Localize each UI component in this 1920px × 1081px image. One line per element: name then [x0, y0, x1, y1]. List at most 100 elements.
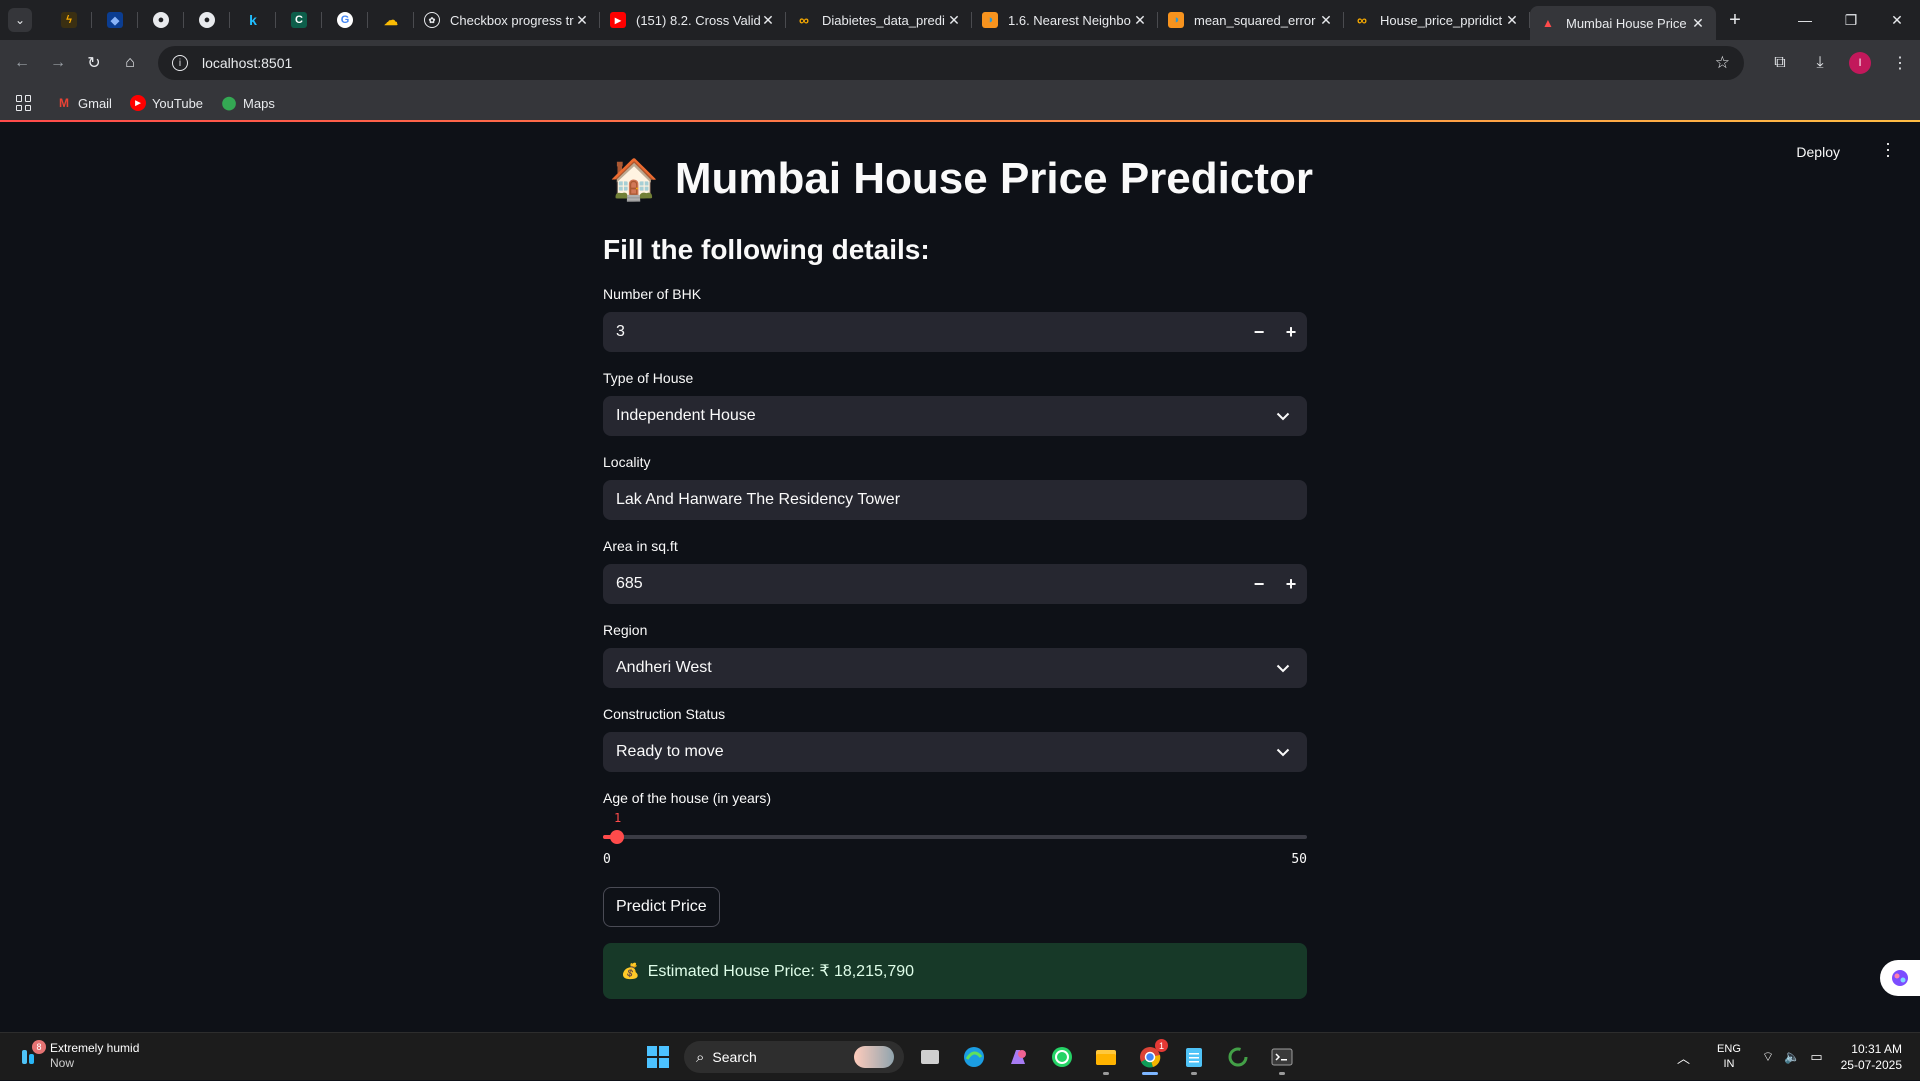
- download-icon[interactable]: ⤓: [1800, 45, 1840, 81]
- reload-icon[interactable]: ↻: [76, 45, 112, 81]
- pinned-tab-4[interactable]: ●: [184, 0, 230, 40]
- tab-title: mean_squared_error: [1194, 12, 1316, 28]
- status-value: Ready to move: [616, 743, 724, 760]
- tab-search-icon[interactable]: ⌄: [8, 8, 32, 32]
- close-window-icon[interactable]: ✕: [1874, 0, 1920, 40]
- chrome-taskbar-icon[interactable]: 1: [1128, 1039, 1172, 1075]
- volume-icon[interactable]: 🔈: [1784, 1049, 1800, 1065]
- menu-icon[interactable]: ⋮: [1880, 45, 1920, 81]
- minimize-icon[interactable]: —: [1782, 0, 1828, 40]
- locality-label: Locality: [603, 454, 651, 470]
- url-text[interactable]: localhost:8501: [202, 55, 292, 71]
- youtube-icon: ▶: [129, 95, 146, 111]
- bhk-value[interactable]: 3: [616, 323, 625, 341]
- pinned-tab-7[interactable]: G: [322, 0, 368, 40]
- region-select[interactable]: Andheri West: [603, 648, 1307, 688]
- refresh-app-icon[interactable]: [1216, 1039, 1260, 1075]
- wifi-icon[interactable]: ⌔: [1762, 1049, 1774, 1065]
- forward-icon[interactable]: →: [40, 45, 76, 81]
- locality-value[interactable]: Lak And Hanware The Residency Tower: [616, 491, 900, 509]
- area-number-input[interactable]: 685 − +: [603, 564, 1307, 604]
- whatsapp-icon[interactable]: [1040, 1039, 1084, 1075]
- tab-6-active[interactable]: ▲ Mumbai House Price ✕: [1530, 6, 1716, 40]
- bookmark-maps[interactable]: ⬤ Maps: [221, 95, 275, 111]
- site-info-icon[interactable]: i: [172, 55, 188, 71]
- area-value[interactable]: 685: [616, 575, 643, 593]
- estimated-price-text: Estimated House Price: ₹ 18,215,790: [647, 963, 915, 980]
- battery-icon[interactable]: ▭: [1810, 1049, 1822, 1065]
- bhk-number-input[interactable]: 3 − +: [603, 312, 1307, 352]
- browser-tab-strip: ⌄ ϟ ◆ ● ● k C G ☁ ✿ Checkbox progress tr…: [0, 0, 1920, 40]
- bookmark-gmail[interactable]: M Gmail: [56, 95, 112, 111]
- status-select[interactable]: Ready to move: [603, 732, 1307, 772]
- address-bar[interactable]: i localhost:8501 ☆: [158, 46, 1744, 80]
- edge-icon[interactable]: [952, 1039, 996, 1075]
- clock[interactable]: 10:31 AM 25-07-2025: [1841, 1041, 1902, 1073]
- close-icon[interactable]: ✕: [1132, 12, 1148, 29]
- copilot-icon[interactable]: [996, 1039, 1040, 1075]
- file-explorer-icon[interactable]: [1084, 1039, 1128, 1075]
- language-line1: ENG: [1717, 1043, 1741, 1055]
- close-icon[interactable]: ✕: [946, 12, 962, 29]
- bookmark-youtube[interactable]: ▶ YouTube: [129, 95, 204, 111]
- pinned-tab-6[interactable]: C: [276, 0, 322, 40]
- age-slider[interactable]: 1: [603, 811, 1307, 844]
- taskbar-search[interactable]: ⌕ Search: [684, 1041, 904, 1073]
- new-tab-button[interactable]: +: [1720, 5, 1750, 35]
- deploy-button[interactable]: Deploy: [1796, 144, 1840, 160]
- pinned-tab-1[interactable]: ϟ: [46, 0, 92, 40]
- region-label: Region: [603, 622, 648, 638]
- profile-avatar[interactable]: I: [1849, 52, 1871, 74]
- bookmark-label: YouTube: [151, 95, 204, 111]
- close-icon[interactable]: ✕: [1318, 12, 1334, 29]
- house-type-select[interactable]: Independent House: [603, 396, 1307, 436]
- increment-button[interactable]: +: [1275, 564, 1307, 604]
- home-icon[interactable]: ⌂: [112, 45, 148, 81]
- tab-3[interactable]: ◑ 1.6. Nearest Neighbo ✕: [972, 0, 1158, 40]
- tab-5[interactable]: ∞ House_price_ppridict ✕: [1344, 0, 1530, 40]
- locality-input[interactable]: Lak And Hanware The Residency Tower: [603, 480, 1307, 520]
- age-slider-thumb[interactable]: [610, 830, 624, 844]
- chevron-down-icon[interactable]: [1273, 406, 1293, 426]
- main-menu-icon[interactable]: · · ·: [1884, 134, 1892, 164]
- pinned-tab-8[interactable]: ☁: [368, 0, 414, 40]
- decrement-button[interactable]: −: [1243, 564, 1275, 604]
- task-view-icon[interactable]: [908, 1039, 952, 1075]
- weather-widget[interactable]: 8 Extremely humid Now: [18, 1040, 139, 1071]
- tab-title: Diabietes_data_predi: [822, 12, 945, 28]
- gmail-icon: M: [59, 96, 69, 110]
- close-icon[interactable]: ✕: [574, 12, 590, 29]
- tab-4[interactable]: ◑ mean_squared_error ✕: [1158, 0, 1344, 40]
- close-icon[interactable]: ✕: [1690, 15, 1706, 32]
- decrement-button[interactable]: −: [1243, 312, 1275, 352]
- language-indicator[interactable]: ENG IN: [1717, 1042, 1741, 1072]
- form-subheader: Fill the following details:: [603, 234, 930, 265]
- close-icon[interactable]: ✕: [1504, 12, 1520, 29]
- restore-icon[interactable]: ❐: [1828, 0, 1874, 40]
- pinned-tab-3[interactable]: ●: [138, 0, 184, 40]
- pinned-tab-2[interactable]: ◆: [92, 0, 138, 40]
- chevron-down-icon[interactable]: [1273, 658, 1293, 678]
- tab-title: Mumbai House Price: [1566, 15, 1687, 31]
- bhk-label: Number of BHK: [603, 286, 702, 302]
- increment-button[interactable]: +: [1275, 312, 1307, 352]
- close-icon[interactable]: ✕: [760, 12, 776, 29]
- windows-start-icon[interactable]: [636, 1039, 680, 1075]
- money-bag-icon: 💰: [621, 963, 640, 980]
- taskbar-apps: ⌕ Search 1: [636, 1039, 1304, 1075]
- back-icon[interactable]: ←: [4, 45, 40, 81]
- chevron-up-icon[interactable]: ︿: [1677, 1048, 1690, 1067]
- notepad-icon[interactable]: [1172, 1039, 1216, 1075]
- pinned-tab-5[interactable]: k: [230, 0, 276, 40]
- tab-1[interactable]: ▶ (151) 8.2. Cross Valid ✕: [600, 0, 786, 40]
- tab-2[interactable]: ∞ Diabietes_data_predi ✕: [786, 0, 972, 40]
- terminal-icon[interactable]: [1260, 1039, 1304, 1075]
- apps-grid-icon[interactable]: [16, 95, 32, 111]
- tab-0[interactable]: ✿ Checkbox progress tr ✕: [414, 0, 600, 40]
- assistant-widget-icon[interactable]: [1880, 960, 1920, 996]
- extensions-icon[interactable]: ⧉: [1760, 45, 1800, 81]
- predict-price-button[interactable]: Predict Price: [603, 887, 720, 927]
- bookmark-star-icon[interactable]: ☆: [1715, 53, 1730, 73]
- house-type-label: Type of House: [603, 370, 694, 386]
- chevron-down-icon[interactable]: [1273, 742, 1293, 762]
